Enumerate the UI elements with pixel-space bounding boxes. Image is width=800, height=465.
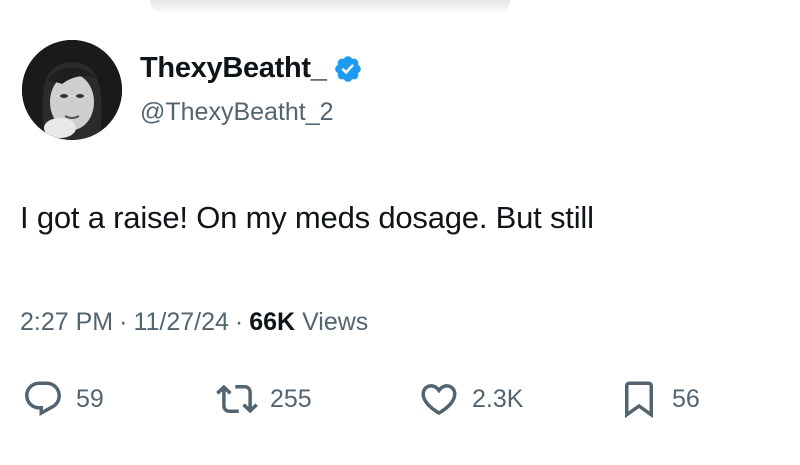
avatar[interactable] [22,40,122,140]
like-count: 2.3K [472,384,524,413]
display-name-text[interactable]: ThexyBeatht_ [140,52,327,85]
reply-button[interactable]: 59 [22,378,104,420]
retweet-button[interactable]: 255 [216,378,312,420]
tweet-date[interactable]: 11/27/24 [133,308,228,337]
retweet-count: 255 [270,384,312,413]
reply-count: 59 [76,384,104,413]
views-label[interactable]: Views [302,308,368,336]
action-bar: 59 255 2.3K 56 [0,378,800,422]
meta-separator: · [234,308,244,336]
top-fade [150,0,510,14]
meta-separator: · [119,308,128,336]
tweet-meta: 2:27 PM · 11/27/24 · 66K Views [20,308,368,337]
bookmark-icon [625,381,653,419]
tweet-time[interactable]: 2:27 PM [20,308,113,337]
bookmark-count: 56 [672,384,700,413]
user-handle[interactable]: @ThexyBeatht_2 [140,98,334,127]
retweet-icon [216,384,258,414]
like-button[interactable]: 2.3K [418,378,523,420]
bookmark-button[interactable]: 56 [618,378,700,420]
views-count[interactable]: 66K [249,308,295,336]
display-name[interactable]: ThexyBeatht_ [140,52,363,85]
verified-badge-icon [333,54,363,84]
tweet-card: ThexyBeatht_ @ThexyBeatht_2 I got a rais… [0,0,800,465]
tweet-text: I got a raise! On my meds dosage. But st… [20,200,594,235]
reply-icon [25,381,61,416]
like-icon [421,384,457,416]
